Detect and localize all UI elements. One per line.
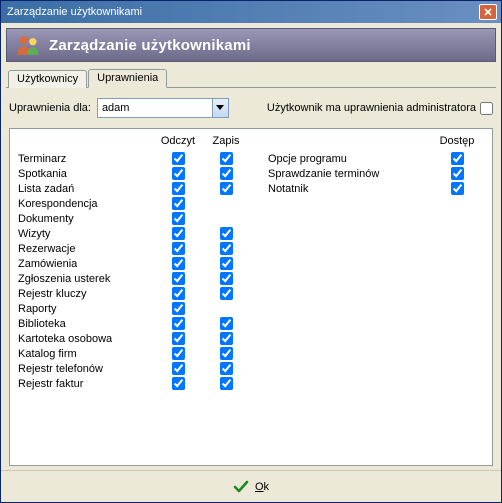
ok-button[interactable]: Ok	[255, 481, 269, 493]
table-row: Terminarz	[18, 151, 250, 166]
table-row: Kartoteka osobowa	[18, 331, 250, 346]
permissions-table-right: Dostęp Opcje programuSprawdzanie terminó…	[268, 133, 484, 196]
read-checkbox[interactable]	[172, 227, 185, 240]
permissions-panel: Odczyt Zapis TerminarzSpotkaniaLista zad…	[9, 128, 493, 466]
write-checkbox[interactable]	[220, 362, 233, 375]
table-row: Zgłoszenia usterek	[18, 271, 250, 286]
write-checkbox[interactable]	[220, 332, 233, 345]
permission-label: Rejestr faktur	[18, 376, 154, 391]
permission-label: Korespondencja	[18, 196, 154, 211]
read-checkbox[interactable]	[172, 212, 185, 225]
permission-label: Sprawdzanie terminów	[268, 166, 430, 181]
read-checkbox[interactable]	[172, 257, 185, 270]
read-checkbox[interactable]	[172, 332, 185, 345]
permissions-for-row: Uprawnienia dla: adam Użytkownik ma upra…	[9, 98, 493, 118]
write-checkbox[interactable]	[220, 287, 233, 300]
table-row: Rejestr kluczy	[18, 286, 250, 301]
table-row: Wizyty	[18, 226, 250, 241]
read-checkbox[interactable]	[172, 197, 185, 210]
write-checkbox[interactable]	[220, 257, 233, 270]
read-checkbox[interactable]	[172, 152, 185, 165]
read-checkbox[interactable]	[172, 242, 185, 255]
permission-label: Rejestr kluczy	[18, 286, 154, 301]
users-icon	[15, 32, 41, 58]
permission-label: Wizyty	[18, 226, 154, 241]
write-checkbox[interactable]	[220, 377, 233, 390]
permission-label: Biblioteka	[18, 316, 154, 331]
read-checkbox[interactable]	[172, 302, 185, 315]
table-row: Rejestr faktur	[18, 376, 250, 391]
footer-bar: Ok	[1, 470, 501, 502]
write-checkbox[interactable]	[220, 167, 233, 180]
write-checkbox[interactable]	[220, 242, 233, 255]
write-checkbox[interactable]	[220, 317, 233, 330]
check-icon	[233, 479, 249, 495]
permission-label: Zgłoszenia usterek	[18, 271, 154, 286]
table-row: Biblioteka	[18, 316, 250, 331]
permission-label: Kartoteka osobowa	[18, 331, 154, 346]
user-dropdown[interactable]: adam	[97, 98, 229, 118]
permission-label: Notatnik	[268, 181, 430, 196]
permission-label: Opcje programu	[268, 151, 430, 166]
read-checkbox[interactable]	[172, 317, 185, 330]
table-row: Korespondencja	[18, 196, 250, 211]
read-checkbox[interactable]	[172, 182, 185, 195]
permission-label: Spotkania	[18, 166, 154, 181]
table-row: Dokumenty	[18, 211, 250, 226]
access-checkbox[interactable]	[451, 167, 464, 180]
tab-permissions[interactable]: Uprawnienia	[88, 69, 167, 88]
permission-label: Terminarz	[18, 151, 154, 166]
window-title: Zarządzanie użytkownikami	[5, 6, 479, 18]
permission-label: Dokumenty	[18, 211, 154, 226]
table-row: Rezerwacje	[18, 241, 250, 256]
table-row: Lista zadań	[18, 181, 250, 196]
admin-checkbox[interactable]	[480, 102, 493, 115]
access-checkbox[interactable]	[451, 152, 464, 165]
write-checkbox[interactable]	[220, 227, 233, 240]
read-checkbox[interactable]	[172, 347, 185, 360]
admin-label: Użytkownik ma uprawnienia administratora	[267, 102, 476, 114]
titlebar: Zarządzanie użytkownikami	[1, 1, 501, 23]
chevron-down-icon	[216, 105, 224, 111]
table-row: Katalog firm	[18, 346, 250, 361]
access-checkbox[interactable]	[451, 182, 464, 195]
close-icon	[484, 8, 492, 16]
col-write-header: Zapis	[202, 133, 250, 151]
table-row: Zamówienia	[18, 256, 250, 271]
user-dropdown-value: adam	[98, 102, 212, 114]
header-band: Zarządzanie użytkownikami	[6, 28, 496, 62]
close-button[interactable]	[479, 4, 497, 20]
permissions-for-label: Uprawnienia dla:	[9, 102, 91, 114]
read-checkbox[interactable]	[172, 377, 185, 390]
table-row: Opcje programu	[268, 151, 484, 166]
permission-label: Rejestr telefonów	[18, 361, 154, 376]
tabstrip: Użytkownicy Uprawnienia	[6, 68, 496, 88]
col-access-header: Dostęp	[430, 133, 484, 151]
permission-label: Rezerwacje	[18, 241, 154, 256]
admin-toggle-group: Użytkownik ma uprawnienia administratora	[267, 102, 493, 115]
read-checkbox[interactable]	[172, 167, 185, 180]
header-title: Zarządzanie użytkownikami	[49, 37, 251, 54]
write-checkbox[interactable]	[220, 182, 233, 195]
permissions-table-left: Odczyt Zapis TerminarzSpotkaniaLista zad…	[18, 133, 250, 391]
table-row: Rejestr telefonów	[18, 361, 250, 376]
table-row: Sprawdzanie terminów	[268, 166, 484, 181]
write-checkbox[interactable]	[220, 272, 233, 285]
table-row: Notatnik	[268, 181, 484, 196]
table-row: Raporty	[18, 301, 250, 316]
col-read-header: Odczyt	[154, 133, 202, 151]
permission-label: Raporty	[18, 301, 154, 316]
dropdown-button[interactable]	[212, 99, 228, 117]
permission-label: Zamówienia	[18, 256, 154, 271]
read-checkbox[interactable]	[172, 362, 185, 375]
read-checkbox[interactable]	[172, 287, 185, 300]
read-checkbox[interactable]	[172, 272, 185, 285]
permission-label: Lista zadań	[18, 181, 154, 196]
write-checkbox[interactable]	[220, 152, 233, 165]
window-frame: Zarządzanie użytkownikami Zarządzanie uż…	[0, 0, 502, 503]
tab-users[interactable]: Użytkownicy	[8, 70, 87, 88]
permission-label: Katalog firm	[18, 346, 154, 361]
table-row: Spotkania	[18, 166, 250, 181]
write-checkbox[interactable]	[220, 347, 233, 360]
